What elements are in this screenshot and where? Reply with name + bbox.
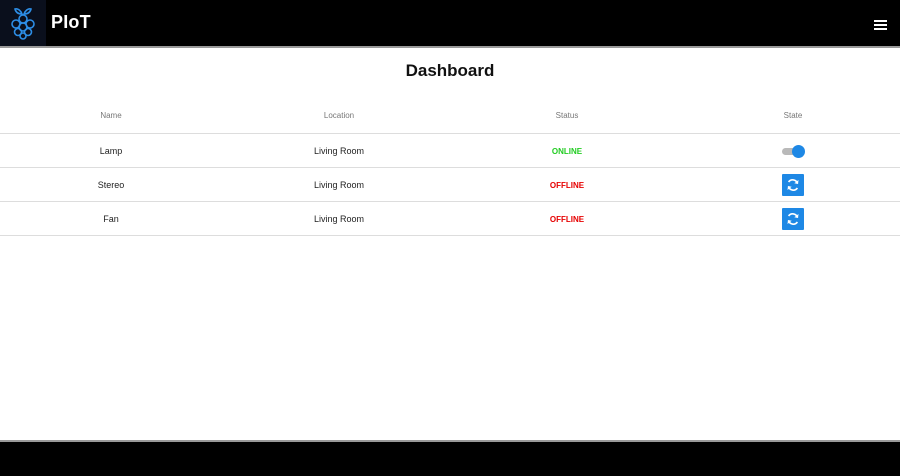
refresh-button[interactable] [782,207,804,230]
state-toggle[interactable] [782,144,805,158]
column-header-name: Name [0,98,222,134]
table-row: Stereo Living Room OFFLINE [0,167,900,202]
raspberry-pi-icon[interactable] [0,0,46,46]
top-bar: PIoT [0,0,900,48]
device-location: Living Room [222,167,456,202]
table-row: Lamp Living Room ONLINE [0,133,900,168]
device-location: Living Room [222,201,456,236]
table-header-row: Name Location Status State [0,98,900,134]
column-header-state: State [678,98,900,134]
refresh-icon [787,212,799,225]
devices-table: Name Location Status State Lamp Living R… [0,98,900,236]
refresh-icon [787,178,799,191]
hamburger-menu-icon[interactable] [874,20,887,31]
status-badge: OFFLINE [549,214,585,224]
refresh-button[interactable] [782,173,804,196]
column-header-status: Status [456,98,678,134]
device-name: Stereo [0,167,222,202]
status-badge: OFFLINE [549,180,585,190]
page-title: Dashboard [405,61,495,80]
toggle-knob [792,144,805,158]
column-header-location: Location [222,98,456,134]
status-badge: ONLINE [551,146,583,156]
device-name: Lamp [0,133,222,168]
device-location: Living Room [222,133,456,168]
device-name: Fan [0,201,222,236]
app-brand[interactable]: PIoT [51,12,91,33]
footer-bar [0,440,900,476]
table-row: Fan Living Room OFFLINE [0,201,900,236]
